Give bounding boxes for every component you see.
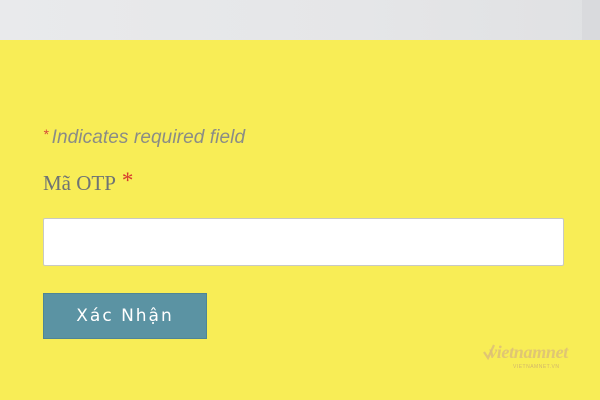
otp-form-panel: * Indicates required field Mã OTP * Xác Nh… — [0, 40, 600, 400]
watermark-logo: vietnamnet VIETNAMNET.VN — [483, 342, 573, 372]
required-note-text: Indicates required field — [51, 127, 246, 148]
top-bar — [0, 0, 600, 40]
otp-required-star: * — [121, 168, 134, 193]
watermark-domain: VIETNAMNET.VN — [513, 364, 560, 370]
top-bar-edge — [582, 0, 600, 40]
required-star: * — [43, 126, 49, 142]
otp-input[interactable] — [43, 218, 564, 266]
otp-label: Mã OTP * — [43, 168, 133, 196]
otp-label-text: Mã OTP — [43, 171, 116, 195]
watermark-brand: vietnamnet — [489, 342, 568, 362]
confirm-button[interactable]: Xác Nhận — [43, 293, 207, 339]
required-field-note: * Indicates required field — [43, 126, 245, 149]
